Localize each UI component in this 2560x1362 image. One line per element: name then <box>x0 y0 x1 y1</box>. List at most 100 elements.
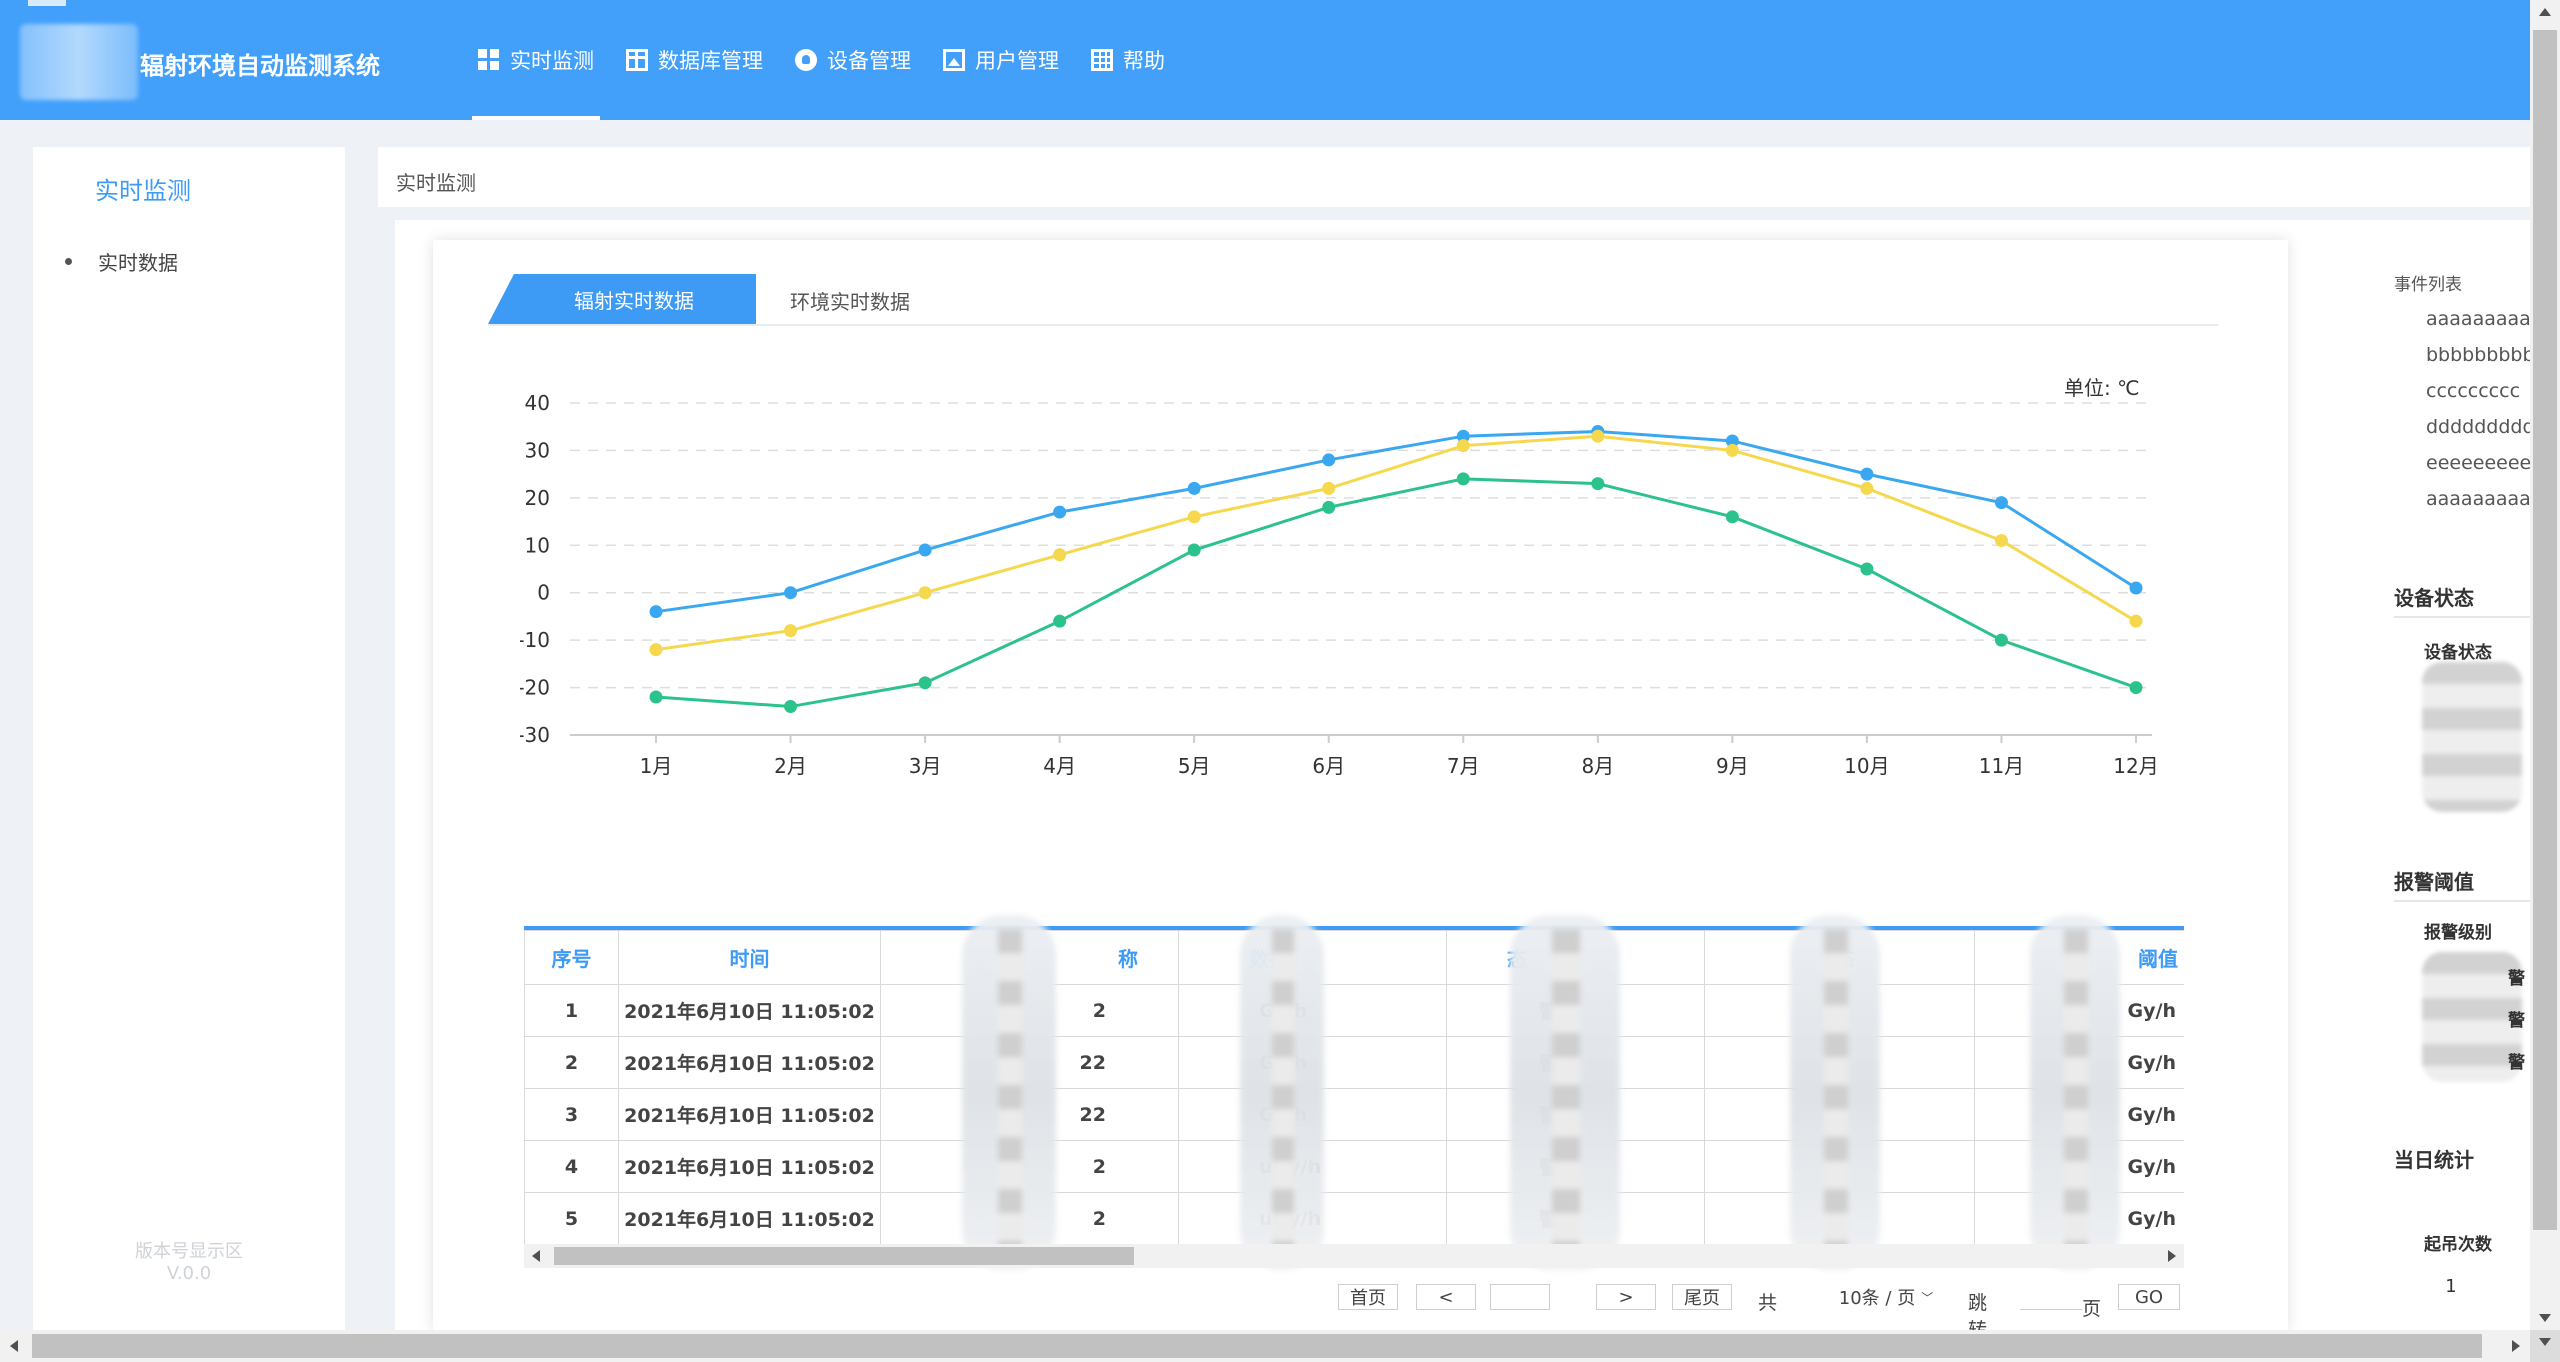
table-icon <box>626 49 648 71</box>
data-point <box>1994 633 2008 647</box>
table-row[interactable]: 52021年6月10日 11:05:022uGy/h警Gy/h <box>524 1192 2184 1245</box>
event-item[interactable]: ddddddddd <box>2426 416 2530 438</box>
redaction-blur <box>1510 915 1620 1270</box>
total-label: 共 <box>1758 1292 1778 1314</box>
table-row[interactable]: 12021年6月10日 11:05:022Gy/h警Gy/h <box>524 984 2184 1037</box>
dashboard-grid-icon <box>478 49 500 71</box>
divider <box>2394 616 2530 618</box>
go-button[interactable]: GO <box>2118 1284 2180 1310</box>
page-suffix: 页 <box>2082 1298 2102 1320</box>
nav-realtime-monitor[interactable]: 实时监测 <box>462 0 610 120</box>
table-cell: 4 <box>524 1140 619 1193</box>
next-page-button[interactable]: > <box>1596 1284 1656 1310</box>
x-tick-label: 10月 <box>1844 754 1889 778</box>
last-page-button[interactable]: 尾页 <box>1672 1284 1732 1310</box>
y-tick-label: 0 <box>537 581 550 605</box>
main-nav: 实时监测 数据库管理 设备管理 用户管理 帮助 <box>462 0 1181 120</box>
table-cell: 2021年6月10日 11:05:02 <box>618 1088 881 1141</box>
data-point <box>1860 481 1874 495</box>
first-page-button[interactable]: 首页 <box>1338 1284 1398 1310</box>
data-point <box>1187 481 1201 495</box>
scroll-thumb[interactable] <box>32 1334 2482 1358</box>
vertical-scrollbar[interactable] <box>2530 0 2560 1330</box>
data-point <box>1994 496 2008 510</box>
nav-user-management[interactable]: 用户管理 <box>927 0 1075 120</box>
page-size-value: 10条 / 页 <box>1838 1288 1916 1309</box>
data-point <box>649 605 663 619</box>
scroll-down-icon[interactable] <box>2539 1338 2551 1346</box>
table-row[interactable]: 22021年6月10日 11:05:0222Gy/h警Gy/h <box>524 1036 2184 1089</box>
event-item[interactable]: bbbbbbbbb <box>2426 344 2530 366</box>
image-icon <box>943 49 965 71</box>
horizontal-scrollbar[interactable] <box>0 1330 2530 1362</box>
daily-stats-panel: 当日统计 起吊次数 1 <box>2372 1124 2530 1330</box>
scroll-thumb[interactable] <box>2533 30 2557 1230</box>
data-point <box>1860 467 1874 481</box>
line-chart: 40 30 20 10 0 -10 -20 -30 1月 2月 3月 4月 5月 6月 7月 8月 9月 10月 1… <box>520 391 2159 778</box>
data-tabs: 辐射实时数据 环境实时数据 <box>488 272 2218 326</box>
table-cell: 5 <box>524 1192 619 1245</box>
event-item[interactable]: aaaaaaaaa <box>2426 308 2530 330</box>
data-table: 序号 时间 称 数据 态 态 阈值 12021年6月10日 11:05:022G… <box>524 926 2184 1246</box>
event-item[interactable]: aaaaaaaaa <box>2426 488 2530 510</box>
nav-database-management[interactable]: 数据库管理 <box>610 0 779 120</box>
prev-page-button[interactable]: < <box>1416 1284 1476 1310</box>
calendar-icon <box>1091 49 1113 71</box>
lift-count-value: 1 <box>2445 1276 2457 1297</box>
tab-environment-realtime[interactable]: 环境实时数据 <box>790 286 910 315</box>
x-tick-label: 2月 <box>774 754 807 778</box>
table-horizontal-scrollbar[interactable] <box>524 1244 2184 1268</box>
redaction-blur <box>962 915 1056 1270</box>
data-point <box>1053 548 1067 562</box>
divider <box>2394 900 2530 902</box>
data-point <box>1187 543 1201 557</box>
table-cell: 2021年6月10日 11:05:02 <box>618 984 881 1037</box>
scroll-left-icon[interactable] <box>532 1250 540 1262</box>
sidebar-item-realtime-data[interactable]: 实时数据 <box>65 247 178 276</box>
device-status-panel: 设备状态 设备状态 <box>2372 566 2530 828</box>
data-point <box>649 690 663 704</box>
data-point <box>784 700 798 714</box>
x-tick-label: 8月 <box>1581 754 1614 778</box>
table-cell: 2021年6月10日 11:05:02 <box>618 1140 881 1193</box>
app-title: 辐射环境自动监测系统 <box>140 52 380 80</box>
alarm-level-text: 警 <box>2508 969 2525 989</box>
scroll-up-icon[interactable] <box>2539 8 2551 16</box>
x-tick-label: 12月 <box>2113 754 2158 778</box>
scroll-right-icon[interactable] <box>2512 1340 2520 1352</box>
nav-help[interactable]: 帮助 <box>1075 0 1181 120</box>
data-point <box>2129 614 2143 628</box>
page-number-input[interactable] <box>1490 1284 1550 1310</box>
y-tick-label: 20 <box>525 486 550 510</box>
bullet-icon <box>65 258 72 265</box>
data-point <box>1994 534 2008 548</box>
breadcrumb-label: 实时监测 <box>396 171 476 195</box>
scrollbar-corner <box>2530 1330 2560 1362</box>
table-row[interactable]: 32021年6月10日 11:05:0222Gy/h警Gy/h <box>524 1088 2184 1141</box>
data-point <box>1456 472 1470 486</box>
event-item[interactable]: eeeeeeeee <box>2426 452 2530 474</box>
event-item[interactable]: ccccccccc <box>2426 380 2520 402</box>
scroll-down-icon[interactable] <box>2539 1314 2551 1322</box>
scroll-right-icon[interactable] <box>2168 1250 2176 1262</box>
page-size-select[interactable]: 10条 / 页 ﹀ <box>1838 1284 1934 1310</box>
logo <box>20 24 138 100</box>
version-label: 版本号显示区 <box>135 1241 243 1262</box>
data-point <box>918 543 932 557</box>
data-point <box>918 676 932 690</box>
daily-stats-title: 当日统计 <box>2394 1148 2474 1172</box>
nav-device-management[interactable]: 设备管理 <box>779 0 927 120</box>
jump-page-input[interactable] <box>2020 1284 2082 1310</box>
breadcrumb: 实时监测 <box>378 147 2530 207</box>
sidebar-title: 实时监测 <box>95 177 191 205</box>
nav-label: 帮助 <box>1123 49 1165 73</box>
version-info: 版本号显示区 V.0.0 <box>33 1241 345 1285</box>
data-point <box>784 586 798 600</box>
tab-radiation-realtime[interactable]: 辐射实时数据 <box>488 274 756 324</box>
scroll-thumb[interactable] <box>554 1247 1134 1265</box>
scroll-left-icon[interactable] <box>10 1340 18 1352</box>
alarm-level-text: 警 <box>2508 1053 2525 1073</box>
series-line-1 <box>655 434 2137 652</box>
redaction-blur <box>2422 662 2522 812</box>
table-row[interactable]: 42021年6月10日 11:05:022uGy/h警Gy/h <box>524 1140 2184 1193</box>
